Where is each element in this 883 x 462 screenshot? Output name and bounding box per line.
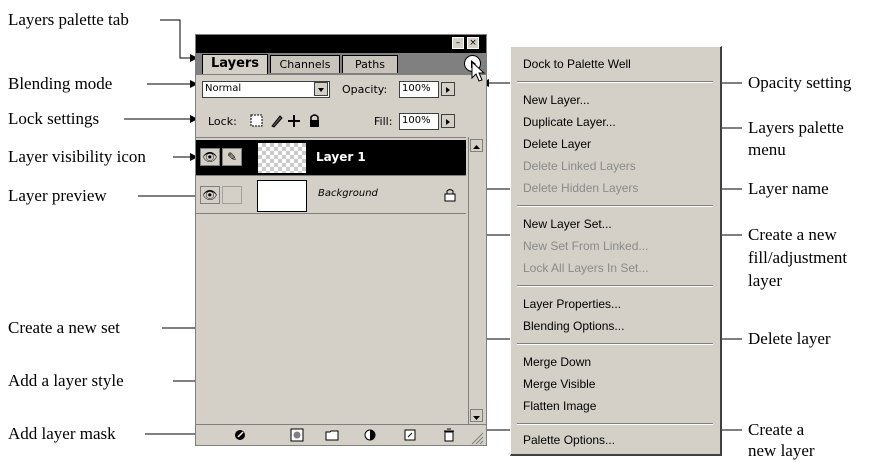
lock-label: Lock: [208,115,237,128]
new-layer-icon[interactable] [403,428,417,442]
menu-separator [517,343,713,345]
palette-tab-row: Layers Channels Paths [196,53,486,82]
scroll-down-icon[interactable] [470,409,483,422]
layer-mask-icon[interactable] [290,428,304,442]
close-icon[interactable]: × [467,37,479,49]
menu-item-new-layer-set[interactable]: New Layer Set... [523,217,612,231]
menu-item-delete-hidden-layers[interactable]: Delete Hidden Layers [523,181,638,195]
menu-item-duplicate-layer[interactable]: Duplicate Layer... [523,115,616,129]
menu-item-palette-options[interactable]: Palette Options... [523,433,615,447]
menu-item-merge-down[interactable]: Merge Down [523,355,591,369]
menu-item-new-layer[interactable]: New Layer... [523,93,590,107]
callout-create-fill-adjustment-line2: fill/adjustment [748,248,848,267]
fill-label: Fill: [374,115,393,128]
callout-layers-palette-tab: Layers palette tab [8,10,129,29]
tab-paths[interactable]: Paths [342,55,398,73]
menu-separator [517,205,713,207]
fill-input[interactable]: 100% [399,113,439,130]
layers-scrollbar[interactable] [468,137,485,424]
menu-item-layer-properties[interactable]: Layer Properties... [523,297,621,311]
callout-layer-visibility-icon: Layer visibility icon [8,147,146,166]
callout-layers-palette-menu-line2: menu [748,140,786,159]
palette-bottom-bar [196,424,486,445]
layer-thumbnail [257,180,307,212]
menu-item-new-set-from-linked[interactable]: New Set From Linked... [523,239,648,253]
callout-delete-layer: Delete layer [748,329,831,348]
opacity-slider-arrow-icon[interactable] [441,82,455,96]
layer-name[interactable]: Background [318,188,378,199]
tab-layers[interactable]: Layers [202,54,268,74]
layer-row-layer-1[interactable]: 👁 ✎ Layer 1 [196,140,466,176]
brush-icon[interactable]: ✎ [222,148,242,166]
opacity-label: Opacity: [342,83,388,96]
lock-icons [250,114,319,128]
menu-item-delete-linked-layers[interactable]: Delete Linked Layers [523,159,636,173]
callout-opacity-setting: Opacity setting [748,73,852,92]
brush-slot[interactable] [222,186,242,204]
callout-create-new-layer: Create a [748,420,805,439]
fill-slider-arrow-icon[interactable] [441,114,455,128]
callout-create-new-set: Create a new set [8,318,120,337]
menu-item-lock-all-layers-in-set[interactable]: Lock All Layers In Set... [523,261,648,275]
tab-channels[interactable]: Channels [270,55,340,73]
menu-item-dock-to-palette-well[interactable]: Dock to Palette Well [523,57,631,71]
blend-mode-select[interactable]: Normal [202,81,330,98]
menu-item-flatten-image[interactable]: Flatten Image [523,399,596,413]
menu-separator [517,81,713,83]
layer-thumbnail [257,142,307,174]
layer-style-icon[interactable] [234,428,248,442]
visibility-eye-icon[interactable]: 👁 [200,186,220,204]
callout-add-layer-style: Add a layer style [8,371,124,390]
callout-blending-mode: Blending mode [8,74,113,93]
cursor-arrow-icon [471,61,486,82]
resize-grip-icon[interactable] [470,431,484,445]
blend-mode-dropdown-icon[interactable] [314,82,328,96]
layer-name[interactable]: Layer 1 [316,150,366,164]
menu-separator [517,285,713,287]
callout-create-new-layer-line2: new layer [748,441,815,460]
layers-palette: – × Layers Channels Paths Normal Opacity… [195,34,487,446]
callout-layer-name: Layer name [748,179,829,198]
opacity-input[interactable]: 100% [399,81,439,98]
callout-create-fill-adjustment-line3: layer [748,271,782,290]
menu-separator [517,423,713,425]
layer-row-background[interactable]: 👁 Background [196,178,466,214]
visibility-eye-icon[interactable]: 👁 [200,148,220,166]
callout-lock-settings: Lock settings [8,109,100,128]
callout-create-fill-adjustment: Create a new [748,225,837,244]
new-set-folder-icon[interactable] [325,428,339,442]
blend-mode-value: Normal [205,83,242,94]
callout-layer-preview: Layer preview [8,186,107,205]
callout-layers-palette-menu: Layers palette [748,118,844,137]
menu-item-blending-options[interactable]: Blending Options... [523,319,624,333]
layers-palette-menu: Dock to Palette Well New Layer... Duplic… [510,46,722,456]
menu-item-merge-visible[interactable]: Merge Visible [523,377,595,391]
callout-add-layer-mask: Add layer mask [8,424,116,443]
trash-icon[interactable] [442,428,456,442]
adjustment-layer-icon[interactable] [364,428,378,442]
lock-icon [444,189,456,202]
minimize-icon[interactable]: – [452,37,464,49]
palette-titlebar[interactable]: – × [196,35,486,53]
scroll-up-icon[interactable] [470,139,483,152]
menu-item-delete-layer[interactable]: Delete Layer [523,137,591,151]
layers-list: 👁 ✎ Layer 1 👁 Background [196,137,466,425]
